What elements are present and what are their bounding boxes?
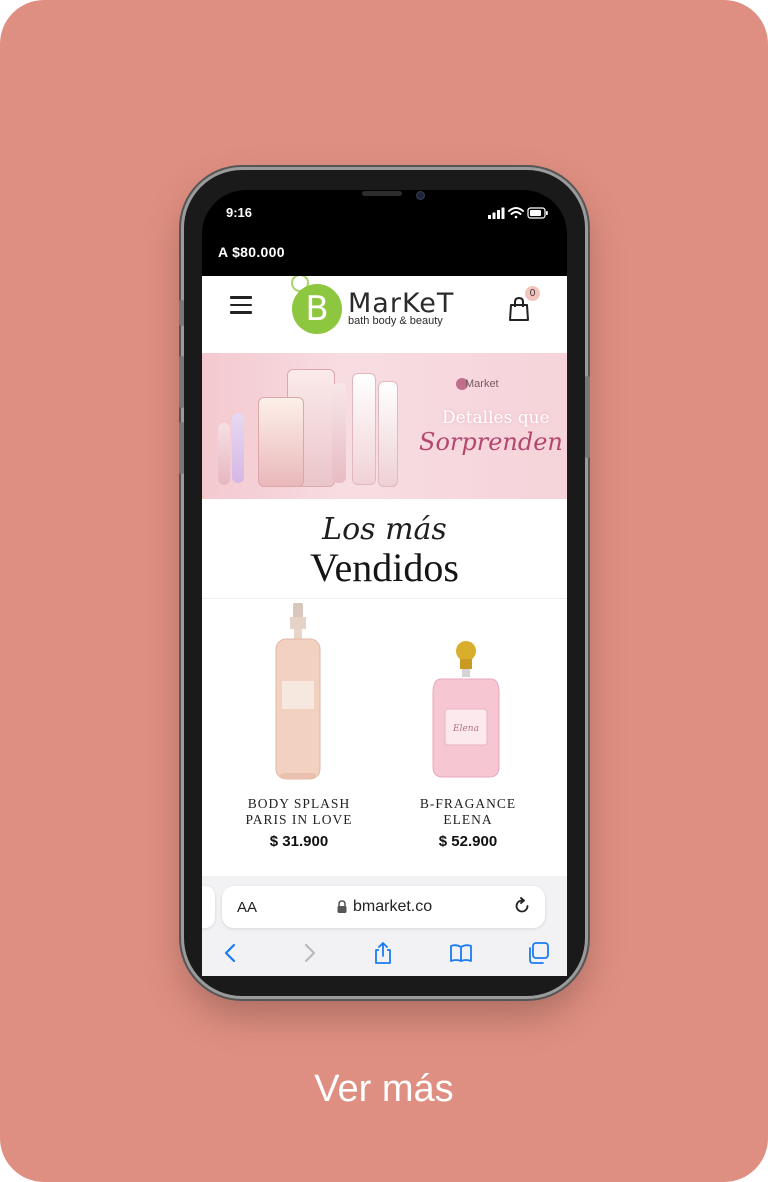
product-name-line1: BODY SPLASH xyxy=(247,796,351,811)
svg-text:Elena: Elena xyxy=(452,724,479,734)
phone-volume-down xyxy=(179,422,184,474)
share-icon[interactable] xyxy=(371,941,395,965)
text-size-button[interactable]: AA xyxy=(237,899,257,916)
bottle-image xyxy=(378,381,398,487)
bottle-image xyxy=(332,383,346,483)
gift-box-image xyxy=(258,397,304,487)
bottle-image xyxy=(232,413,244,483)
hamburger-menu-icon[interactable] xyxy=(230,296,252,314)
battery-icon xyxy=(527,207,548,219)
previous-tab-peek[interactable] xyxy=(202,886,215,928)
url-text[interactable]: bmarket.co xyxy=(353,898,432,916)
section-title: Vendidos xyxy=(310,545,459,590)
logo-tagline: bath body & beauty xyxy=(348,315,443,327)
section-title-script: Los más xyxy=(322,512,447,547)
bookmarks-icon[interactable] xyxy=(449,941,473,965)
bottle-image xyxy=(352,373,376,485)
product-price: $ 52.900 xyxy=(438,833,498,850)
product-name-line2: PARIS IN LOVE xyxy=(245,812,353,827)
signal-icon xyxy=(488,207,505,219)
webpage: B MarKeT bath body & beauty 0 Market Det… xyxy=(202,276,567,936)
cart-count-badge: 0 xyxy=(525,286,540,301)
product-name-line1: B-FRAGANCE xyxy=(419,796,517,811)
forward-icon[interactable] xyxy=(297,941,321,965)
phone-side-button xyxy=(179,300,184,326)
tabs-icon[interactable] xyxy=(526,941,550,965)
phone-camera xyxy=(416,191,425,200)
product-image-elena: Elena xyxy=(432,641,500,778)
lock-icon xyxy=(337,900,347,913)
logo-letter[interactable]: B xyxy=(292,284,342,334)
status-icons xyxy=(488,207,548,219)
wifi-icon xyxy=(508,207,524,219)
bottle-image xyxy=(218,423,230,485)
shopping-bag-icon[interactable] xyxy=(508,296,530,322)
promo-bar-text: A $80.000 xyxy=(218,244,285,260)
product-image-body-splash xyxy=(275,603,321,780)
ver-mas-link[interactable]: Ver más xyxy=(0,1068,768,1111)
banner-headline: Detalles que xyxy=(442,408,550,428)
status-time: 9:16 xyxy=(226,205,253,220)
product-name-line2: ELENA xyxy=(443,812,493,827)
back-icon[interactable] xyxy=(219,941,243,965)
phone-volume-up xyxy=(179,356,184,408)
product-price: $ 31.900 xyxy=(269,833,329,850)
site-header: B MarKeT bath body & beauty 0 xyxy=(202,276,567,353)
banner-headline-script: Sorprenden xyxy=(419,428,563,456)
banner-logo-text: Market xyxy=(465,378,499,390)
section-divider xyxy=(202,598,567,599)
reload-icon[interactable] xyxy=(513,897,531,915)
product-card[interactable]: Elena B-FRAGANCE ELENA $ 52.900 xyxy=(383,601,553,850)
promo-banner[interactable]: Market Detalles que Sorprenden xyxy=(202,353,567,499)
phone-power-button xyxy=(585,376,590,458)
product-card[interactable]: BODY SPLASH PARIS IN LOVE $ 31.900 xyxy=(214,601,384,850)
phone-speaker xyxy=(362,191,402,196)
